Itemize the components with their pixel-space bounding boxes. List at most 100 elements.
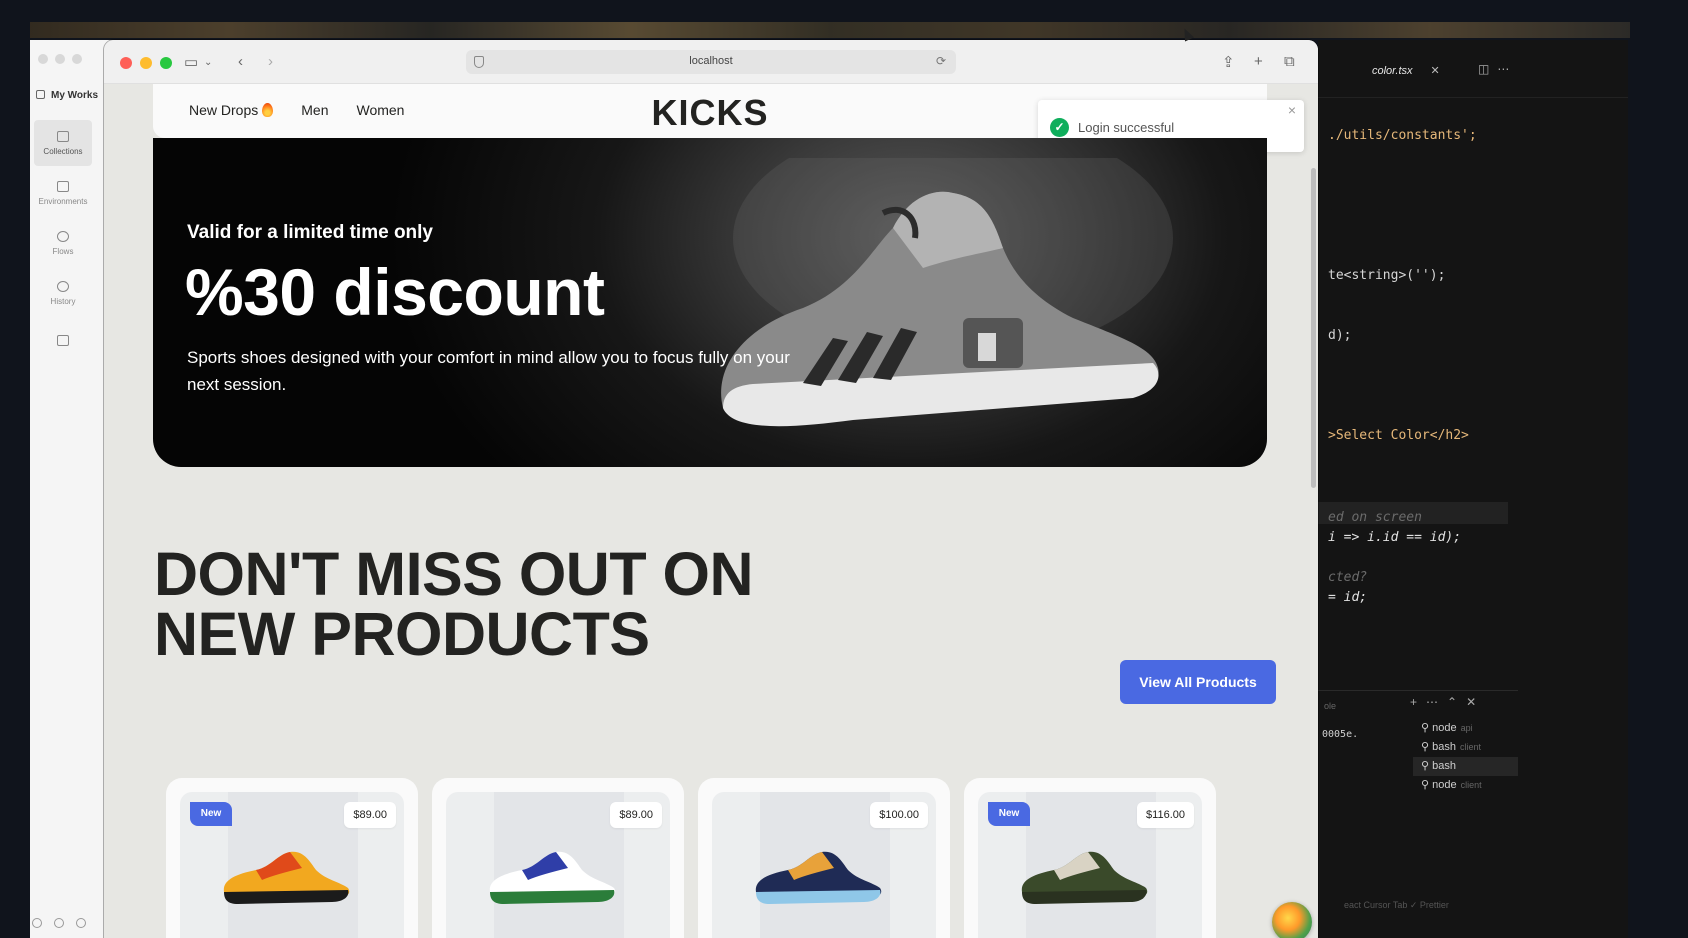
sidebar-item-label: History — [50, 296, 76, 306]
editor-tab-actions: ◫⋯ — [1478, 62, 1517, 76]
browser-window: ▭ ⌄ ‹ › localhost ⟳ ⇪ + ⧉ New Drops Men … — [104, 40, 1318, 938]
terminal-output: 0005e. — [1322, 729, 1359, 740]
section-title: DON'T MISS OUT ON NEW PRODUCTS — [154, 544, 754, 668]
code-line: = id; — [1328, 590, 1368, 605]
grid-icon — [57, 335, 69, 346]
product-card[interactable]: New $116.00 — [964, 778, 1216, 938]
view-all-products-button[interactable]: View All Products — [1120, 660, 1276, 704]
sidebar-item-label: Collections — [43, 146, 83, 156]
back-icon[interactable]: ‹ — [238, 53, 243, 70]
process-name: bash — [1432, 760, 1456, 772]
history-icon — [57, 280, 69, 292]
sidebar-item-configure[interactable] — [34, 320, 92, 366]
floating-avatar[interactable] — [1272, 902, 1312, 938]
search-icon[interactable] — [76, 918, 86, 928]
hero-banner: Valid for a limited time only %30 discou… — [153, 138, 1267, 467]
code-line: >Select Color</h2> — [1328, 428, 1469, 443]
section-title-line: NEW PRODUCTS — [154, 600, 650, 668]
terminal-process[interactable]: ⚲ bash — [1413, 757, 1518, 776]
code-line: i => i.id == id); — [1328, 530, 1462, 545]
environments-icon — [57, 180, 69, 192]
flows-icon — [57, 230, 69, 242]
zoom-window-button[interactable] — [160, 57, 172, 69]
code-line: ed on screen — [1328, 510, 1422, 525]
process-tag: client — [1459, 742, 1481, 752]
price-tag: $116.00 — [1137, 802, 1194, 828]
terminal-process[interactable]: ⚲ node client — [1413, 776, 1518, 795]
api-client-bottom-bar — [30, 918, 86, 928]
shoe-shape — [1022, 890, 1147, 904]
terminal-process-list: ⚲ node api ⚲ bash client ⚲ bash ⚲ node clie… — [1413, 719, 1518, 795]
tab-overview-icon[interactable]: ⧉ — [1284, 53, 1295, 70]
process-tag: client — [1460, 780, 1482, 790]
process-name: bash — [1432, 741, 1456, 753]
browser-toolbar: ▭ ⌄ ‹ › localhost ⟳ ⇪ + ⧉ — [104, 40, 1318, 84]
close-window-button[interactable] — [120, 57, 132, 69]
product-shoe-image — [755, 851, 882, 904]
hero-eyebrow: Valid for a limited time only — [187, 222, 433, 243]
url-text: localhost — [689, 55, 733, 67]
product-card[interactable]: $89.00 — [432, 778, 684, 938]
product-shoe-image — [489, 851, 616, 904]
sidebar-item-history[interactable]: History — [34, 270, 92, 316]
editor-tab-bar: color.tsx ✕ ◫⋯ — [1318, 40, 1628, 98]
editor-tab[interactable]: color.tsx ✕ — [1372, 64, 1440, 77]
product-shoe-image — [223, 851, 350, 904]
price-tag: $100.00 — [870, 802, 928, 828]
new-badge: New — [988, 802, 1030, 826]
code-line: te<string>(''); — [1328, 268, 1446, 283]
workspace-label[interactable]: My Works — [36, 90, 98, 101]
terminal-header: ole — [1324, 701, 1337, 711]
workspace-name: My Works — [51, 90, 99, 101]
settings-icon[interactable] — [54, 918, 64, 928]
share-icon[interactable]: ⇪ — [1222, 53, 1235, 71]
chevron-down-icon[interactable]: ⌄ — [204, 57, 212, 68]
sidebar-item-label: Environments — [38, 196, 88, 206]
code-line: ./utils/constants'; — [1328, 128, 1477, 143]
more-icon[interactable]: ⋯ — [1426, 695, 1447, 709]
price-tag: $89.00 — [610, 802, 662, 828]
process-name: node — [1432, 722, 1457, 734]
editor-tab-label: color.tsx — [1372, 65, 1413, 77]
sidebar-toggle-icon[interactable]: ▭ — [184, 53, 198, 71]
sidebar-item-collections[interactable]: Collections — [34, 120, 92, 166]
sidebar-item-flows[interactable]: Flows — [34, 220, 92, 266]
terminal-actions: +⋯⌃✕ — [1410, 695, 1485, 709]
minimize-window-button[interactable] — [140, 57, 152, 69]
sneaker-image — [721, 158, 1173, 427]
lock-icon — [36, 90, 45, 99]
product-shoe-image — [1021, 851, 1148, 904]
code-editor-window: color.tsx ✕ ◫⋯ ./utils/constants'; te<str… — [1318, 40, 1628, 938]
desktop: My Works Collections Environments Flows … — [0, 0, 1688, 938]
process-tag: api — [1460, 723, 1473, 733]
shoe-shape — [490, 890, 615, 904]
price-tag: $89.00 — [344, 802, 396, 828]
sidebar-item-label: Flows — [52, 246, 74, 256]
sidebar-toggle-icon[interactable] — [32, 918, 42, 928]
page-scrollbar[interactable] — [1311, 168, 1316, 488]
split-editor-icon[interactable]: ◫ — [1478, 62, 1497, 76]
new-badge: New — [190, 802, 232, 826]
toast-close-button[interactable]: × — [1288, 102, 1296, 118]
collections-icon — [57, 130, 69, 142]
forward-icon[interactable]: › — [268, 53, 273, 70]
terminal-process[interactable]: ⚲ bash client — [1413, 738, 1518, 757]
chevron-up-icon[interactable]: ⌃ — [1447, 695, 1466, 709]
address-bar[interactable]: localhost ⟳ — [466, 50, 956, 74]
more-icon[interactable]: ⋯ — [1497, 62, 1517, 76]
api-client-traffic-lights — [38, 54, 82, 64]
sidebar-item-environments[interactable]: Environments — [34, 170, 92, 216]
reload-icon[interactable]: ⟳ — [936, 54, 946, 68]
product-card[interactable]: $100.00 — [698, 778, 950, 938]
product-card[interactable]: New $89.00 — [166, 778, 418, 938]
code-line: d); — [1328, 328, 1352, 343]
close-icon[interactable]: ✕ — [1431, 65, 1440, 77]
new-tab-icon[interactable]: + — [1254, 53, 1263, 70]
add-terminal-icon[interactable]: + — [1410, 695, 1426, 709]
hero-headline: %30 discount — [185, 255, 605, 329]
process-name: node — [1432, 779, 1457, 791]
terminal-process[interactable]: ⚲ node api — [1413, 719, 1518, 738]
shoe-shape — [756, 890, 881, 904]
page-viewport: New Drops Men Women KICKS ✓ Login succes… — [104, 84, 1318, 938]
close-icon[interactable]: ✕ — [1466, 695, 1485, 709]
